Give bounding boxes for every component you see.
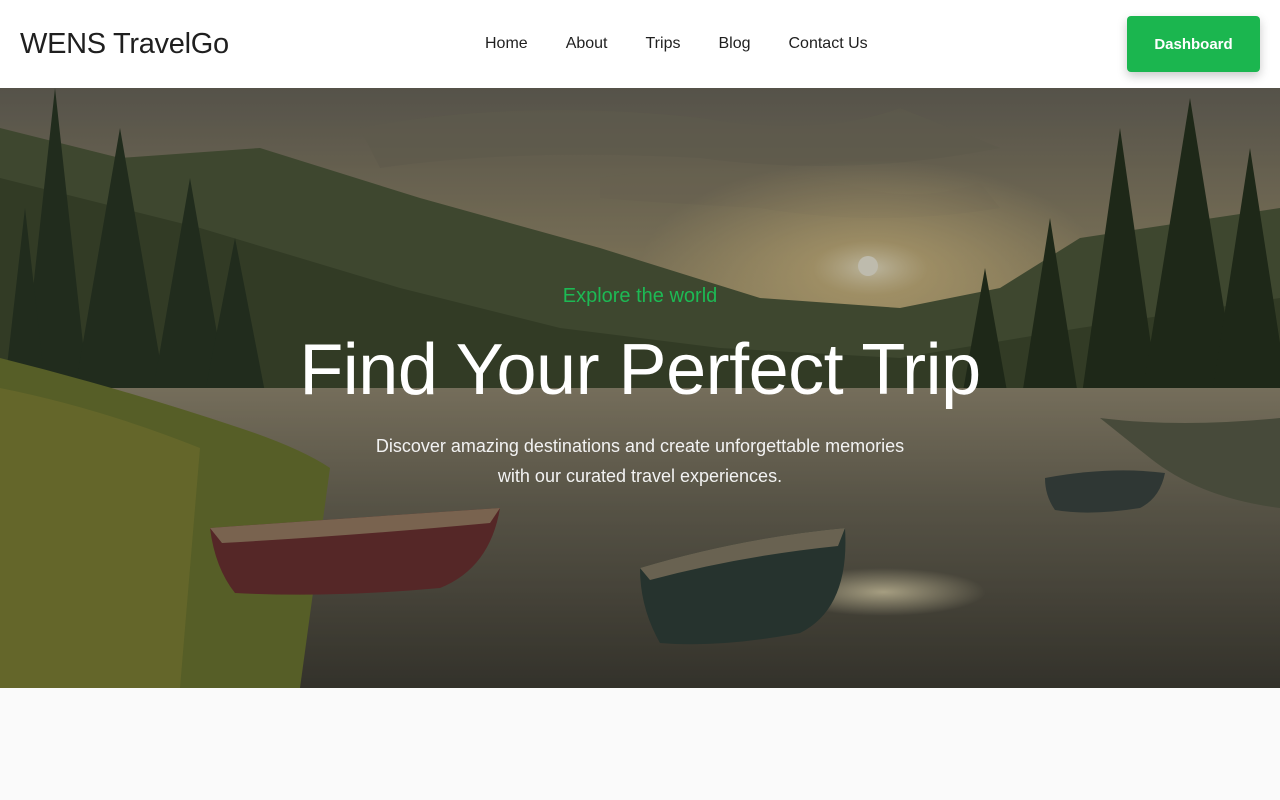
hero-content: Explore the world Find Your Perfect Trip… <box>0 88 1280 688</box>
site-header: WENS TravelGo Home About Trips Blog Cont… <box>0 0 1280 88</box>
brand-logo[interactable]: WENS TravelGo <box>20 26 229 62</box>
nav-trips[interactable]: Trips <box>627 24 700 64</box>
hero-title: Find Your Perfect Trip <box>299 330 981 410</box>
nav-contact-us[interactable]: Contact Us <box>770 24 887 64</box>
hero-eyebrow: Explore the world <box>562 285 718 307</box>
hero-section: Explore the world Find Your Perfect Trip… <box>0 88 1280 688</box>
nav-blog[interactable]: Blog <box>699 24 769 64</box>
nav-home[interactable]: Home <box>466 24 547 64</box>
hero-subtitle: Discover amazing destinations and create… <box>375 436 905 486</box>
main-nav: Home About Trips Blog Contact Us <box>466 24 887 64</box>
dashboard-button[interactable]: Dashboard <box>1127 16 1260 72</box>
content-section <box>0 688 1280 800</box>
nav-about[interactable]: About <box>547 24 627 64</box>
